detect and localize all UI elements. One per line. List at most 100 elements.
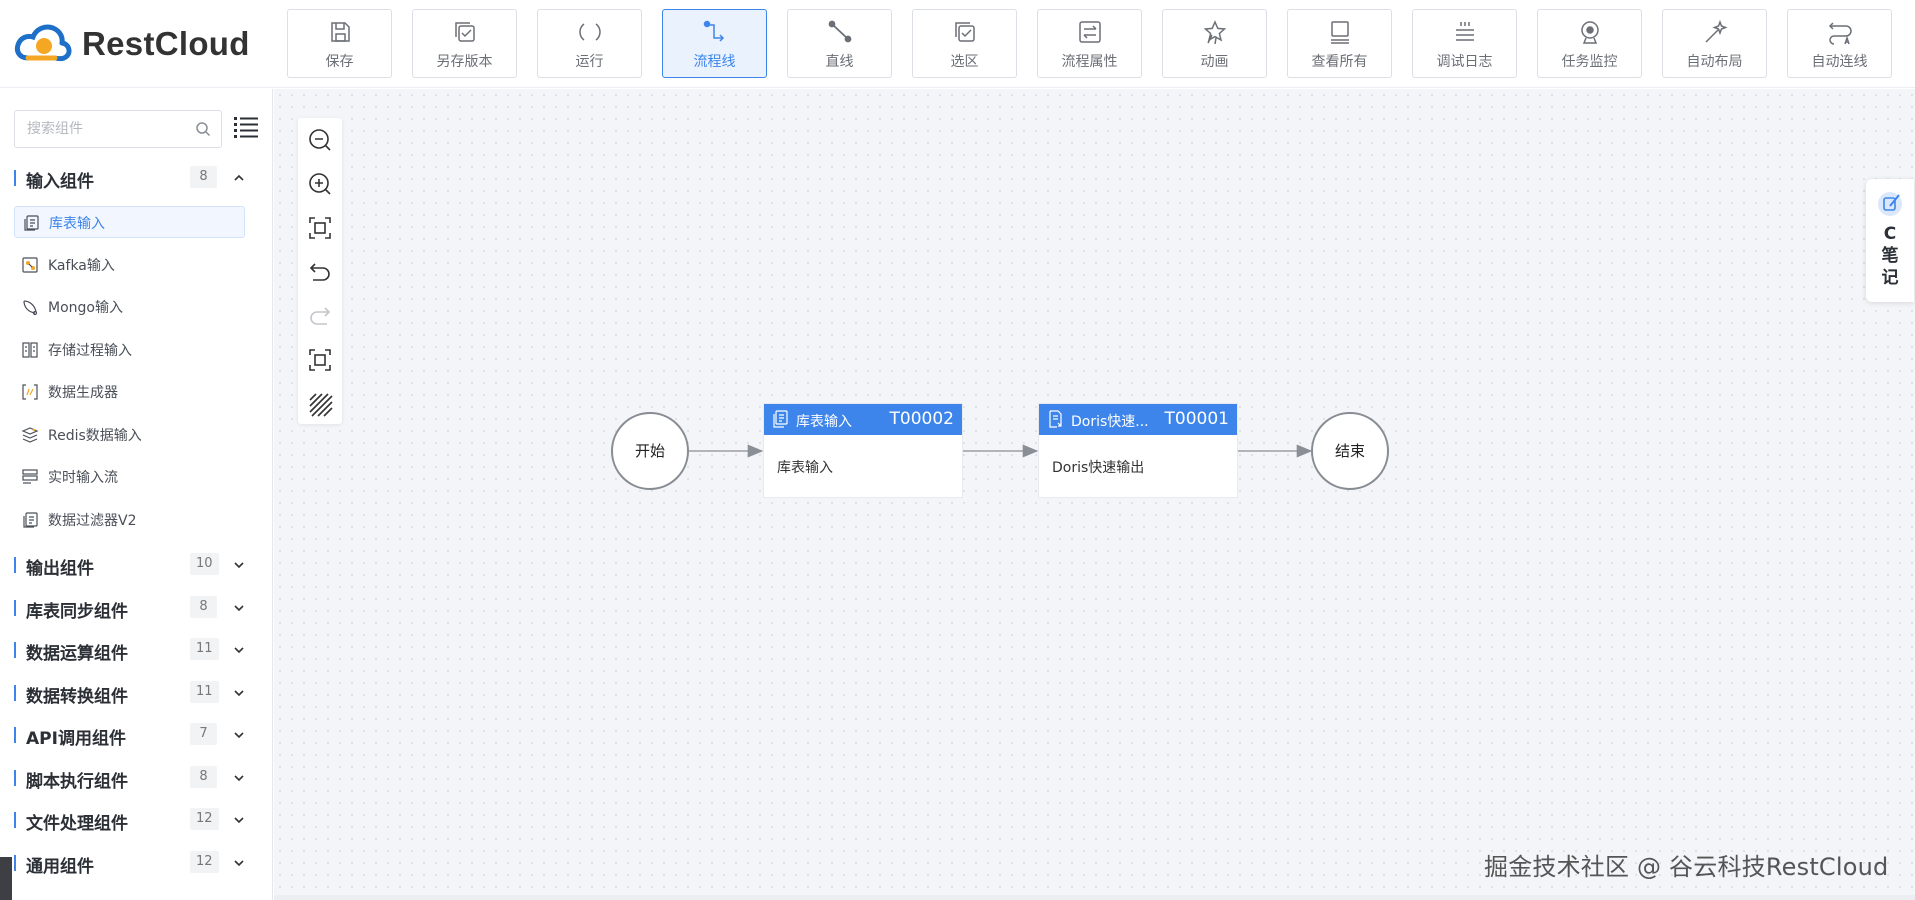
end-node[interactable]: 结束 — [1311, 412, 1389, 490]
save-version-icon — [454, 22, 475, 42]
component-mongo-input[interactable]: Mongo输入 — [14, 291, 245, 323]
category-count: 7 — [190, 723, 217, 745]
data-filter-icon — [23, 512, 38, 528]
auto-layout-icon — [1704, 19, 1728, 43]
chevron-down-icon[interactable] — [232, 601, 246, 615]
category-count: 12 — [190, 808, 219, 830]
chevron-down-icon[interactable] — [232, 856, 246, 870]
document-output-icon — [1049, 410, 1062, 428]
chevron-down-icon[interactable] — [232, 771, 246, 785]
search-input[interactable] — [15, 111, 191, 147]
auto-layout-button[interactable]: 自动布局 — [1662, 9, 1767, 78]
task-description: Doris快速输出 — [1052, 460, 1145, 476]
category-output-components[interactable]: 输出组件 10 — [0, 545, 273, 585]
auto-connect-button[interactable]: 自动连线 — [1787, 9, 1892, 78]
mongo-input-icon — [23, 300, 38, 316]
task-name: 库表输入 — [796, 414, 852, 430]
straight-line-button[interactable]: 直线 — [787, 9, 892, 78]
chevron-down-icon[interactable] — [232, 728, 246, 742]
task-code: T00001 — [1164, 409, 1229, 429]
category-count: 12 — [190, 851, 219, 873]
selection-button[interactable]: 选区 — [912, 9, 1017, 78]
start-node[interactable]: 开始 — [611, 412, 689, 490]
search-icon[interactable] — [195, 121, 211, 137]
component-realtime-stream[interactable]: 实时输入流 — [14, 461, 245, 493]
save-version-button[interactable]: 另存版本 — [412, 9, 517, 78]
flow-properties-button[interactable]: 流程属性 — [1037, 9, 1142, 78]
document-icon — [773, 410, 788, 428]
category-script-exec-components[interactable]: 脚本执行组件 8 — [0, 758, 273, 798]
category-table-sync-components[interactable]: 库表同步组件 8 — [0, 588, 273, 628]
zoom-in-icon[interactable] — [307, 171, 333, 197]
save-icon — [330, 22, 350, 42]
note-widget-label: 记 — [1881, 268, 1899, 288]
realtime-stream-icon — [22, 469, 38, 484]
view-all-button[interactable]: 查看所有 — [1287, 9, 1392, 78]
chevron-down-icon[interactable] — [232, 643, 246, 657]
category-label: 数据转换组件 — [26, 687, 128, 707]
debug-log-icon — [1455, 22, 1474, 41]
animation-button[interactable]: 动画 — [1162, 9, 1267, 78]
side-edge-tab[interactable] — [0, 857, 12, 900]
selection-icon — [954, 22, 975, 42]
component-sidebar: 输入组件 8 库表输入 Kafka输入 Mongo输入 存储过程输入 数据生成器… — [0, 89, 273, 900]
debug-log-button[interactable]: 调试日志 — [1412, 9, 1517, 78]
note-widget-label: 笔 — [1881, 246, 1899, 266]
note-widget-label: C — [1883, 224, 1897, 244]
category-label: API调用组件 — [26, 729, 126, 749]
note-widget[interactable]: C 笔 记 — [1866, 179, 1914, 302]
category-general-components[interactable]: 通用组件 12 — [0, 843, 273, 883]
chevron-down-icon[interactable] — [232, 558, 246, 572]
category-label: 库表同步组件 — [26, 602, 128, 622]
component-data-generator[interactable]: 数据生成器 — [14, 376, 245, 408]
component-data-filter-v2[interactable]: 数据过滤器V2 — [14, 504, 245, 536]
save-button[interactable]: 保存 — [287, 9, 392, 78]
category-data-transform-components[interactable]: 数据转换组件 11 — [0, 673, 273, 713]
grid-toggle-icon[interactable] — [307, 391, 333, 417]
chevron-down-icon[interactable] — [232, 686, 246, 700]
actual-size-icon[interactable] — [307, 347, 333, 373]
category-data-compute-components[interactable]: 数据运算组件 11 — [0, 630, 273, 670]
run-icon — [578, 23, 601, 41]
undo-icon[interactable] — [307, 259, 333, 285]
component-redis-input[interactable]: Redis数据输入 — [14, 419, 245, 451]
list-view-icon[interactable] — [234, 116, 258, 138]
flow-line-icon — [703, 20, 724, 42]
redo-icon[interactable] — [307, 303, 333, 329]
component-stored-procedure-input[interactable]: 存储过程输入 — [14, 334, 245, 366]
category-api-call-components[interactable]: API调用组件 7 — [0, 715, 273, 755]
view-all-icon — [1330, 21, 1349, 44]
chevron-down-icon[interactable] — [232, 813, 246, 827]
redis-input-icon — [21, 427, 39, 443]
task-monitor-button[interactable]: 任务监控 — [1537, 9, 1642, 78]
straight-line-icon — [828, 20, 851, 43]
canvas-toolbar — [298, 118, 342, 424]
component-db-table-input[interactable]: 库表输入 — [14, 206, 245, 238]
run-button[interactable]: 运行 — [537, 9, 642, 78]
task-node-db-table-input[interactable]: 库表输入 T00002 库表输入 — [764, 404, 962, 497]
zoom-out-icon[interactable] — [307, 127, 333, 153]
brand-name: RestCloud — [82, 25, 250, 62]
app-header: RestCloud 保存 另存版本 运行 流程线 直线 选区 流程属性 动画 查… — [0, 0, 1915, 88]
category-label: 文件处理组件 — [26, 814, 128, 834]
watermark: 掘金技术社区 @ 谷云科技RestCloud — [1484, 853, 1889, 881]
component-kafka-input[interactable]: Kafka输入 — [14, 249, 245, 281]
db-table-input-icon — [24, 215, 39, 231]
flow-properties-icon — [1078, 21, 1101, 43]
task-node-doris-fast-output[interactable]: Doris快速... T00001 Doris快速输出 — [1039, 404, 1237, 497]
category-count: 10 — [190, 553, 219, 575]
flow-line-button[interactable]: 流程线 — [662, 9, 767, 78]
category-label: 脚本执行组件 — [26, 772, 128, 792]
category-file-processing-components[interactable]: 文件处理组件 12 — [0, 800, 273, 840]
category-count: 8 — [190, 766, 217, 788]
chevron-up-icon[interactable] — [232, 171, 246, 185]
category-input-components[interactable]: 输入组件 8 — [0, 158, 273, 198]
category-label: 输出组件 — [26, 559, 94, 579]
cloud-logo-icon — [14, 24, 72, 62]
canvas-scrollbar[interactable] — [274, 895, 1915, 900]
category-count: 8 — [190, 596, 217, 618]
kafka-input-icon — [22, 257, 38, 273]
category-label: 通用组件 — [26, 857, 94, 877]
fit-view-icon[interactable] — [307, 215, 333, 241]
brand-logo[interactable]: RestCloud — [14, 22, 250, 66]
